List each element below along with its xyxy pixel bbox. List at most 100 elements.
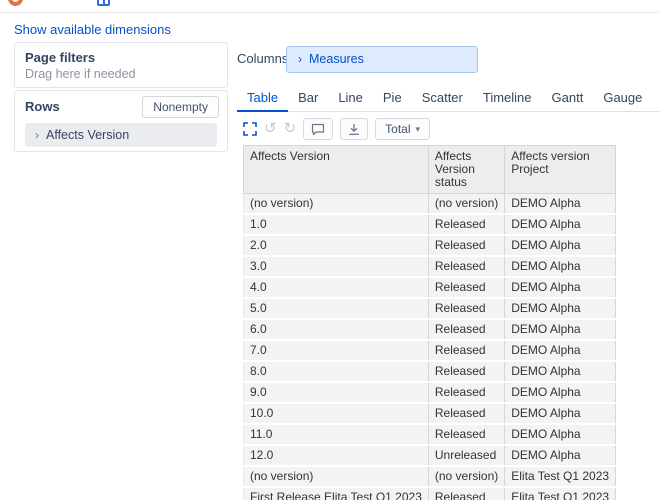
pivot-table-body: (no version)(no version)DEMO Alpha1.0Rel… — [244, 194, 616, 500]
data-cell: DEMO Alpha — [505, 382, 616, 403]
data-cell: DEMO Alpha — [505, 214, 616, 235]
comment-bubble-icon — [311, 123, 325, 136]
tab-gauge[interactable]: Gauge — [593, 90, 652, 112]
rows-member-label: Affects Version — [46, 128, 129, 142]
data-cell: DEMO Alpha — [505, 424, 616, 445]
data-cell: Released — [428, 340, 504, 361]
row-header-cell[interactable]: 4.0 — [244, 277, 429, 298]
data-cell: Released — [428, 487, 504, 500]
data-cell: Released — [428, 277, 504, 298]
tab-gantt[interactable]: Gantt — [542, 90, 594, 112]
data-cell: DEMO Alpha — [505, 445, 616, 466]
row-header-cell[interactable]: 7.0 — [244, 340, 429, 361]
tab-bar[interactable]: Bar — [288, 90, 328, 112]
data-cell: Released — [428, 235, 504, 256]
table-row: 2.0ReleasedDEMO Alpha — [244, 235, 616, 256]
app-logo-icon[interactable] — [8, 0, 23, 6]
download-icon — [348, 123, 360, 136]
data-cell: DEMO Alpha — [505, 277, 616, 298]
columns-member-measures[interactable]: › Measures — [286, 46, 478, 73]
column-header[interactable]: Affects Version status — [428, 146, 504, 194]
chart-type-tabs: TableBarLinePieScatterTimelineGanttGauge… — [237, 90, 660, 112]
row-header-cell[interactable]: 2.0 — [244, 235, 429, 256]
table-row: 12.0UnreleasedDEMO Alpha — [244, 445, 616, 466]
table-row: (no version)(no version)Elita Test Q1 20… — [244, 466, 616, 487]
data-cell: Released — [428, 298, 504, 319]
total-dropdown[interactable]: Total ▾ — [375, 118, 430, 140]
data-cell: Released — [428, 361, 504, 382]
column-header[interactable]: Affects Version — [244, 146, 429, 194]
chevron-right-icon: › — [35, 128, 39, 142]
table-row: 8.0ReleasedDEMO Alpha — [244, 361, 616, 382]
report-table-icon[interactable] — [97, 0, 110, 6]
data-cell: Released — [428, 256, 504, 277]
header-row: Affects VersionAffects Version statusAff… — [244, 146, 616, 194]
page-filters-dropzone[interactable]: Page filters Drag here if needed — [14, 42, 228, 88]
row-header-cell[interactable]: (no version) — [244, 466, 429, 487]
data-cell: (no version) — [428, 466, 504, 487]
report-builder: Show available dimensions Page filters D… — [0, 0, 660, 500]
undo-icon[interactable]: ↺ — [264, 122, 277, 136]
table-row: (no version)(no version)DEMO Alpha — [244, 194, 616, 215]
pivot-table-header: Affects VersionAffects Version statusAff… — [244, 146, 616, 194]
row-header-cell[interactable]: (no version) — [244, 194, 429, 215]
nonempty-button[interactable]: Nonempty — [142, 96, 219, 118]
table-toolbar: ↺ ↻ Total ▾ — [243, 118, 430, 140]
data-cell: DEMO Alpha — [505, 340, 616, 361]
columns-panel-title: Columns — [237, 51, 288, 66]
table-row: 5.0ReleasedDEMO Alpha — [244, 298, 616, 319]
rows-member-affects-version[interactable]: › Affects Version — [25, 123, 217, 147]
row-header-cell[interactable]: 5.0 — [244, 298, 429, 319]
pivot-table: Affects VersionAffects Version statusAff… — [243, 145, 616, 500]
data-cell: Released — [428, 424, 504, 445]
show-available-dimensions-link[interactable]: Show available dimensions — [14, 22, 171, 37]
table-row: 4.0ReleasedDEMO Alpha — [244, 277, 616, 298]
row-header-cell[interactable]: 10.0 — [244, 403, 429, 424]
row-header-cell[interactable]: 1.0 — [244, 214, 429, 235]
data-cell: Elita Test Q1 2023 — [505, 487, 616, 500]
row-header-cell[interactable]: 3.0 — [244, 256, 429, 277]
table-row: 11.0ReleasedDEMO Alpha — [244, 424, 616, 445]
data-cell: Released — [428, 403, 504, 424]
tab-table[interactable]: Table — [237, 90, 288, 112]
comment-button[interactable] — [303, 118, 333, 140]
data-cell: Unreleased — [428, 445, 504, 466]
data-cell: Released — [428, 319, 504, 340]
page-filters-hint: Drag here if needed — [25, 67, 217, 81]
data-cell: DEMO Alpha — [505, 194, 616, 215]
column-header[interactable]: Affects version Project — [505, 146, 616, 194]
total-dropdown-label: Total — [385, 122, 410, 136]
chevron-right-icon: › — [298, 52, 302, 66]
columns-member-label: Measures — [309, 52, 364, 66]
row-header-cell[interactable]: 12.0 — [244, 445, 429, 466]
table-row: 7.0ReleasedDEMO Alpha — [244, 340, 616, 361]
row-header-cell[interactable]: 6.0 — [244, 319, 429, 340]
data-cell: Elita Test Q1 2023 — [505, 466, 616, 487]
tab-more[interactable]: More▾ — [652, 90, 660, 112]
table-row: 1.0ReleasedDEMO Alpha — [244, 214, 616, 235]
table-row: 6.0ReleasedDEMO Alpha — [244, 319, 616, 340]
redo-icon[interactable]: ↻ — [284, 122, 297, 136]
data-cell: Released — [428, 382, 504, 403]
table-row: First Release Elita Test Q1 2023Released… — [244, 487, 616, 500]
data-cell: DEMO Alpha — [505, 361, 616, 382]
tab-pie[interactable]: Pie — [373, 90, 412, 112]
data-cell: DEMO Alpha — [505, 235, 616, 256]
fullscreen-icon[interactable] — [243, 122, 257, 136]
table-row: 3.0ReleasedDEMO Alpha — [244, 256, 616, 277]
row-header-cell[interactable]: First Release Elita Test Q1 2023 — [244, 487, 429, 500]
tab-line[interactable]: Line — [328, 90, 373, 112]
data-cell: DEMO Alpha — [505, 256, 616, 277]
table-row: 10.0ReleasedDEMO Alpha — [244, 403, 616, 424]
row-header-cell[interactable]: 11.0 — [244, 424, 429, 445]
data-cell: (no version) — [428, 194, 504, 215]
row-header-cell[interactable]: 8.0 — [244, 361, 429, 382]
data-cell: DEMO Alpha — [505, 319, 616, 340]
export-button[interactable] — [340, 118, 368, 140]
chevron-down-icon: ▾ — [416, 124, 421, 135]
row-header-cell[interactable]: 9.0 — [244, 382, 429, 403]
data-cell: DEMO Alpha — [505, 298, 616, 319]
tab-timeline[interactable]: Timeline — [473, 90, 542, 112]
tab-scatter[interactable]: Scatter — [412, 90, 473, 112]
page-filters-title: Page filters — [25, 50, 217, 65]
